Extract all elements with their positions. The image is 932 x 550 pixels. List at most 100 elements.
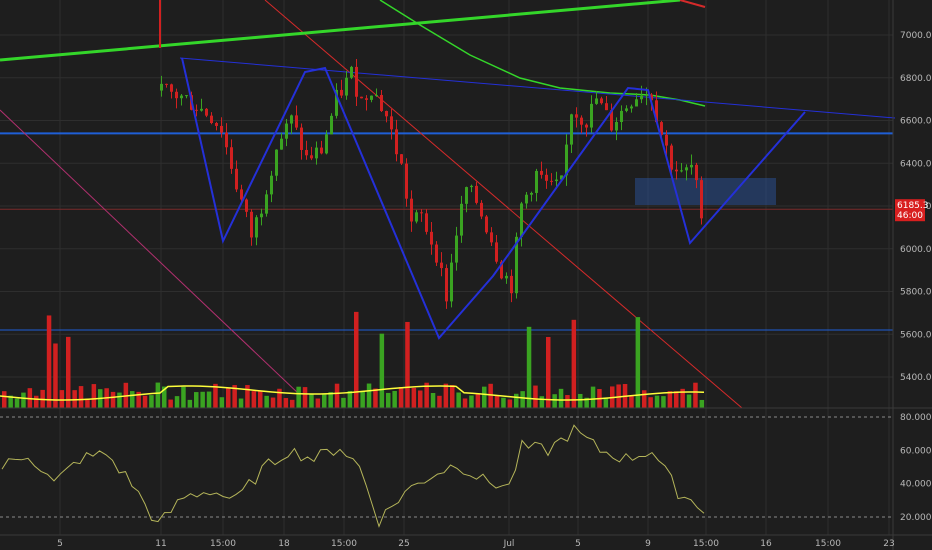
candle-body	[460, 203, 463, 236]
volume-bar	[514, 393, 519, 408]
candle-body	[415, 212, 418, 222]
price-tick-label: 6600.0	[900, 117, 932, 127]
candle-body	[210, 115, 213, 124]
candle-body	[215, 123, 218, 126]
time-tick-label: 15:00	[815, 539, 841, 549]
volume-bar	[392, 390, 397, 408]
volume-bar	[296, 386, 301, 408]
rsi-tick-label: 20.0000	[900, 513, 932, 523]
volume-bar	[238, 398, 244, 408]
candle-body	[195, 109, 198, 111]
volume-bar	[194, 392, 199, 408]
candle-body	[175, 91, 178, 99]
volume-bar	[488, 383, 493, 408]
volume-bar	[181, 386, 186, 408]
candle-body	[540, 170, 543, 175]
time-tick-label: 5	[575, 539, 581, 549]
target-box[interactable]	[635, 178, 776, 205]
candle-body	[240, 189, 243, 200]
candle-body	[275, 149, 278, 176]
time-tick-label: 5	[57, 539, 63, 549]
candle-body	[635, 99, 638, 107]
price-tick-label: 6800.0	[900, 74, 932, 84]
rsi-tick-label: 80.0000	[900, 413, 932, 423]
candle-body	[345, 77, 348, 96]
candle-body	[455, 235, 458, 263]
volume-bar	[2, 391, 7, 408]
candle-body	[465, 187, 468, 204]
volume-bar	[258, 391, 263, 408]
candle-body	[450, 262, 453, 302]
candle-body	[220, 125, 223, 133]
candle-body	[575, 114, 578, 118]
volume-bar	[386, 392, 391, 408]
candle-body	[270, 175, 273, 195]
volume-bar	[277, 388, 282, 408]
volume-bar	[14, 398, 20, 408]
candle-body	[685, 167, 688, 171]
candle-body	[430, 231, 433, 245]
volume-bar	[251, 391, 257, 408]
volume-bar	[526, 326, 532, 408]
volume-bar	[699, 399, 705, 408]
candle-body	[670, 145, 673, 170]
candle-body	[395, 129, 398, 155]
candle-body	[200, 108, 203, 111]
candle-body	[250, 211, 253, 238]
volume-bar	[546, 336, 551, 408]
volume-bar	[34, 395, 39, 408]
candle-body	[375, 95, 378, 97]
candle-body	[520, 203, 523, 237]
volume-bar	[642, 390, 647, 408]
candle-body	[205, 108, 208, 116]
volume-bar	[142, 395, 148, 408]
candle-body	[680, 170, 683, 172]
candle-body	[615, 122, 618, 131]
time-tick-label: 23	[883, 539, 894, 549]
volume-bar	[373, 388, 378, 408]
volume-bar	[501, 397, 506, 408]
volume-bar	[686, 394, 692, 408]
price-chart[interactable]: 7000.06800.06600.06400.06200.06000.05800…	[0, 0, 932, 550]
candle-body	[525, 194, 528, 204]
volume-bar	[520, 391, 525, 408]
volume-bar	[648, 397, 653, 408]
candle-body	[330, 115, 333, 135]
candle-body	[235, 168, 238, 190]
volume-bar	[46, 315, 52, 408]
candle-body	[640, 95, 643, 100]
volume-bar	[603, 397, 609, 408]
volume-bar	[533, 385, 538, 408]
candle-body	[310, 155, 313, 159]
volume-bar	[264, 395, 269, 408]
candle-body	[490, 232, 493, 243]
volume-bar	[590, 386, 596, 408]
candle-body	[245, 199, 248, 212]
candle-body	[445, 268, 448, 302]
volume-bar	[507, 399, 513, 408]
volume-bar	[450, 385, 455, 408]
candle-body	[555, 179, 558, 182]
volume-bar	[578, 393, 583, 408]
candle-body	[370, 95, 373, 100]
volume-bar	[200, 391, 205, 408]
volume-bar	[456, 392, 461, 408]
volume-bar	[443, 383, 449, 408]
volume-bar	[482, 386, 487, 408]
candle-body	[185, 95, 188, 97]
volume-bar	[309, 393, 314, 408]
volume-bar	[667, 391, 673, 408]
volume-bar	[539, 396, 545, 408]
volume-bar	[117, 392, 122, 408]
candle-body	[160, 83, 163, 91]
last-price-label: 6185.3	[897, 201, 929, 211]
volume-bar	[334, 383, 340, 408]
candle-body	[545, 174, 548, 181]
volume-bar	[565, 395, 570, 408]
candle-body	[435, 244, 438, 263]
candle-body	[325, 134, 328, 154]
candle-body	[690, 164, 693, 168]
time-tick-label: 15:00	[331, 539, 357, 549]
volume-bar	[174, 396, 180, 408]
volume-bar	[206, 391, 212, 408]
